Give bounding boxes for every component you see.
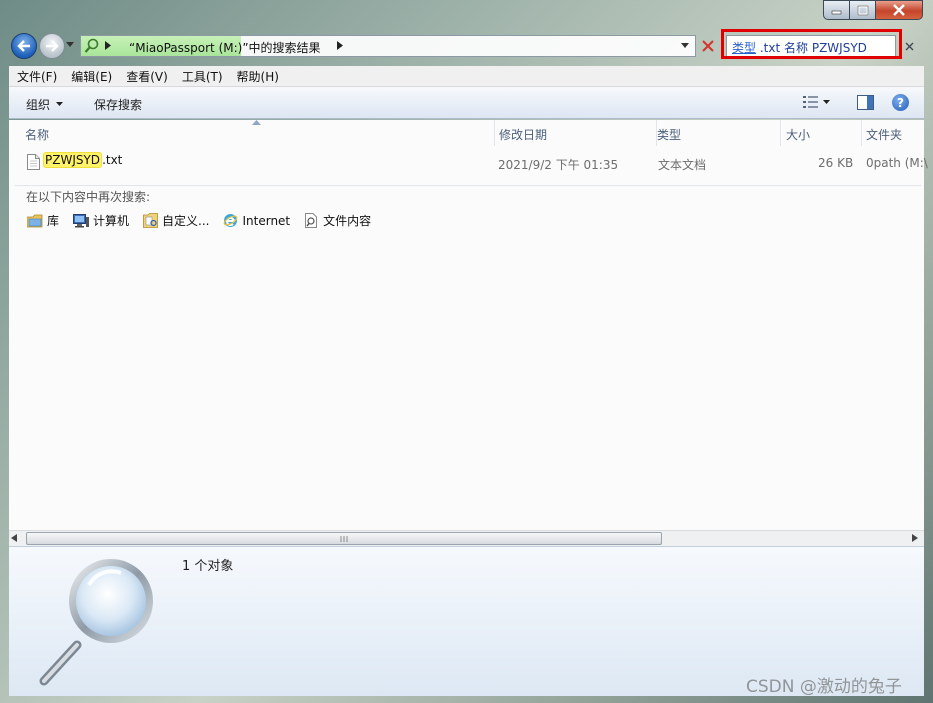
object-count: 1 个对象 [182, 559, 234, 574]
stop-x-icon [702, 40, 714, 52]
search-again-locations: 库 计算机 自定义... Internet 文件内容 [27, 212, 385, 229]
custom-folder-icon [143, 213, 158, 228]
menu-view[interactable]: 查看(V) [126, 68, 168, 85]
help-button[interactable]: ? [892, 94, 909, 111]
minimize-button[interactable] [823, 0, 850, 20]
search-again-libraries-label: 库 [47, 214, 60, 228]
organize-label: 组织 [26, 98, 51, 112]
search-again-label: 在以下内容中再次搜索: [26, 190, 151, 204]
file-name: PZWJSYD .txt [43, 152, 123, 168]
file-contents-search-icon [305, 213, 318, 228]
search-again-computer-label: 计算机 [93, 214, 130, 228]
menu-help[interactable]: 帮助(H) [237, 68, 279, 85]
libraries-icon [27, 214, 43, 227]
recent-pages-dropdown-icon[interactable] [66, 42, 74, 48]
command-bar: 组织 保存搜索 ? [9, 87, 924, 119]
explorer-window: “MiaoPassport (M:)”中的搜索结果 类型 .txt 名称 PZW… [0, 0, 933, 703]
maximize-icon [857, 5, 868, 15]
menu-tools[interactable]: 工具(T) [182, 68, 223, 85]
view-list-icon [803, 96, 818, 108]
minimize-icon [831, 10, 841, 15]
stop-search-button[interactable] [698, 35, 718, 57]
file-name-match: PZWJSYD [43, 152, 103, 168]
file-modified-date: 2021/9/2 下午 01:35 [498, 158, 619, 172]
maximize-button[interactable] [849, 0, 876, 20]
computer-icon [73, 213, 90, 227]
clear-x-icon [905, 42, 913, 50]
column-header-type[interactable]: 类型 [657, 120, 781, 146]
column-header-date-modified[interactable]: 修改日期 [499, 120, 657, 146]
text-file-icon [27, 154, 40, 170]
close-button[interactable] [875, 0, 923, 20]
scroll-left-icon[interactable] [11, 534, 17, 542]
save-search-label: 保存搜索 [94, 98, 143, 112]
search-again-custom-label: 自定义... [162, 214, 210, 228]
chevron-down-icon [56, 102, 64, 106]
divider [15, 185, 921, 186]
organize-button[interactable]: 组织 [26, 96, 64, 113]
address-history-dropdown-icon[interactable] [681, 43, 689, 49]
grip-icon [340, 535, 348, 542]
menu-file[interactable]: 文件(F) [17, 68, 57, 85]
file-folder: 0path (M:\ [866, 156, 928, 170]
menu-edit[interactable]: 编辑(E) [71, 68, 112, 85]
column-header-name[interactable]: 名称 [25, 120, 495, 146]
forward-button[interactable] [39, 33, 65, 59]
file-name-extension: .txt [102, 153, 123, 167]
column-header-size[interactable]: 大小 [786, 120, 862, 146]
search-again-file-contents-label: 文件内容 [323, 214, 372, 228]
scrollbar-thumb[interactable] [26, 532, 662, 545]
address-bar[interactable]: “MiaoPassport (M:)”中的搜索结果 [80, 35, 696, 57]
clear-search-button[interactable] [902, 39, 916, 53]
file-row[interactable]: PZWJSYD .txt 2021/9/2 下午 01:35 文本文档 26 KB… [9, 150, 928, 174]
navigation-bar: “MiaoPassport (M:)”中的搜索结果 类型 .txt 名称 PZW… [0, 28, 933, 64]
search-magnifier-icon [39, 559, 153, 686]
chevron-down-icon [823, 99, 830, 104]
close-icon [893, 4, 905, 16]
file-type: 文本文档 [658, 158, 707, 172]
search-again-internet[interactable]: Internet [223, 213, 290, 228]
scroll-right-icon[interactable] [912, 534, 918, 542]
change-view-button[interactable] [803, 96, 830, 108]
search-again-computer[interactable]: 计算机 [73, 212, 129, 229]
preview-pane-icon[interactable] [857, 95, 874, 110]
search-again-internet-label: Internet [242, 213, 291, 228]
address-location-text: “MiaoPassport (M:)”中的搜索结果 [129, 41, 321, 55]
breadcrumb-arrow-icon[interactable] [337, 41, 343, 50]
search-again-libraries[interactable]: 库 [27, 212, 59, 229]
back-button[interactable] [11, 33, 37, 59]
arrow-left-icon [17, 40, 30, 52]
watermark: CSDN @激动的兔子 [746, 677, 902, 697]
horizontal-scrollbar[interactable] [9, 530, 924, 546]
menu-bar: 文件(F) 编辑(E) 查看(V) 工具(T) 帮助(H) [9, 66, 924, 87]
search-location-icon [84, 38, 99, 53]
save-search-button[interactable]: 保存搜索 [94, 96, 142, 113]
annotation-red-box [721, 29, 902, 59]
column-header-folder[interactable]: 文件夹 [866, 120, 924, 146]
arrow-right-icon [46, 40, 59, 52]
file-list-pane: 名称 修改日期 类型 大小 文件夹 PZWJSYD .txt 2021/9/2 下… [9, 120, 928, 530]
search-again-custom[interactable]: 自定义... [143, 212, 209, 229]
internet-explorer-icon [224, 214, 238, 227]
file-size: 26 KB [818, 156, 854, 170]
search-again-file-contents[interactable]: 文件内容 [304, 212, 371, 229]
breadcrumb-arrow-icon[interactable] [105, 41, 111, 50]
